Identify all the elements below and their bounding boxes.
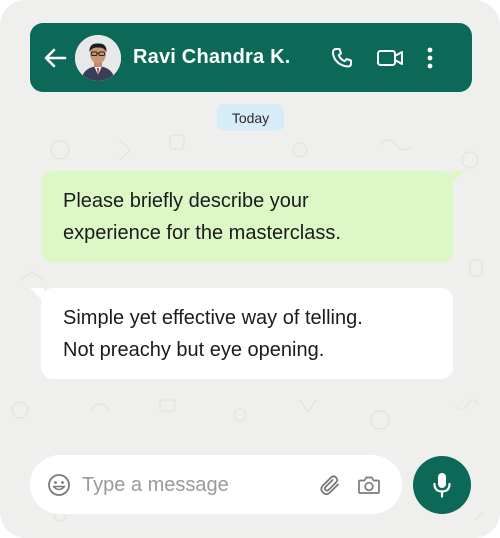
video-camera-icon[interactable] — [373, 43, 407, 73]
message-composer — [30, 455, 402, 514]
phone-icon[interactable] — [327, 43, 357, 73]
emoji-icon[interactable] — [45, 471, 73, 499]
chat-header: Ravi Chandra K. — [30, 23, 472, 92]
bubble-tail — [450, 171, 464, 185]
date-chip: Today — [217, 104, 284, 131]
more-vertical-icon[interactable] — [417, 43, 443, 73]
message-line: Please briefly describe your — [63, 190, 309, 212]
contact-name[interactable]: Ravi Chandra K. — [133, 46, 290, 69]
message-line: Not preachy but eye opening. — [63, 339, 325, 361]
paperclip-icon[interactable] — [316, 471, 344, 499]
message-line: Simple yet effective way of telling. — [63, 307, 363, 329]
message-line: experience for the masterclass. — [63, 222, 341, 244]
outgoing-message-bubble[interactable]: Please briefly describe your experience … — [41, 171, 464, 263]
chat-window: Ravi Chandra K. Today Please briefly des… — [0, 0, 500, 538]
back-arrow-icon[interactable] — [42, 45, 68, 71]
microphone-icon[interactable] — [413, 456, 471, 514]
bubble-tail — [30, 288, 44, 302]
avatar[interactable] — [75, 35, 121, 81]
message-input[interactable] — [82, 469, 302, 501]
camera-icon[interactable] — [355, 471, 383, 499]
incoming-message-bubble[interactable]: Simple yet effective way of telling. Not… — [30, 288, 453, 379]
